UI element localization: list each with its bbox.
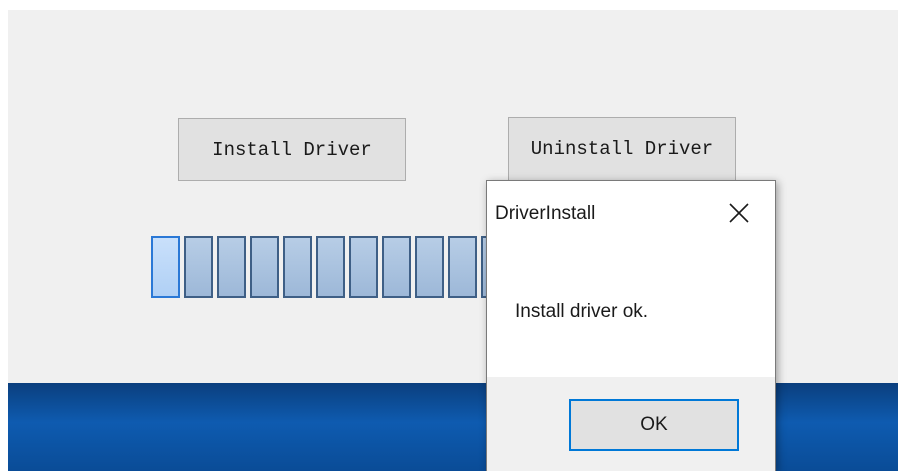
progress-segment	[316, 236, 345, 298]
progress-segment	[151, 236, 180, 298]
screen: Install Driver Uninstall Driver DriverIn…	[0, 0, 906, 471]
progress-segment	[283, 236, 312, 298]
progress-segment	[382, 236, 411, 298]
progress-segment	[250, 236, 279, 298]
dialog-title: DriverInstall	[495, 203, 596, 224]
progress-segment	[349, 236, 378, 298]
install-progress-bar	[151, 236, 510, 298]
progress-segment	[217, 236, 246, 298]
close-icon[interactable]	[721, 195, 757, 231]
close-glyph	[729, 203, 749, 223]
progress-segment	[184, 236, 213, 298]
dialog-message: Install driver ok.	[515, 301, 649, 322]
uninstall-driver-button[interactable]: Uninstall Driver	[508, 117, 736, 181]
progress-segment	[448, 236, 477, 298]
progress-segment	[415, 236, 444, 298]
install-driver-button[interactable]: Install Driver	[178, 118, 406, 181]
ok-button[interactable]: OK	[569, 399, 739, 451]
